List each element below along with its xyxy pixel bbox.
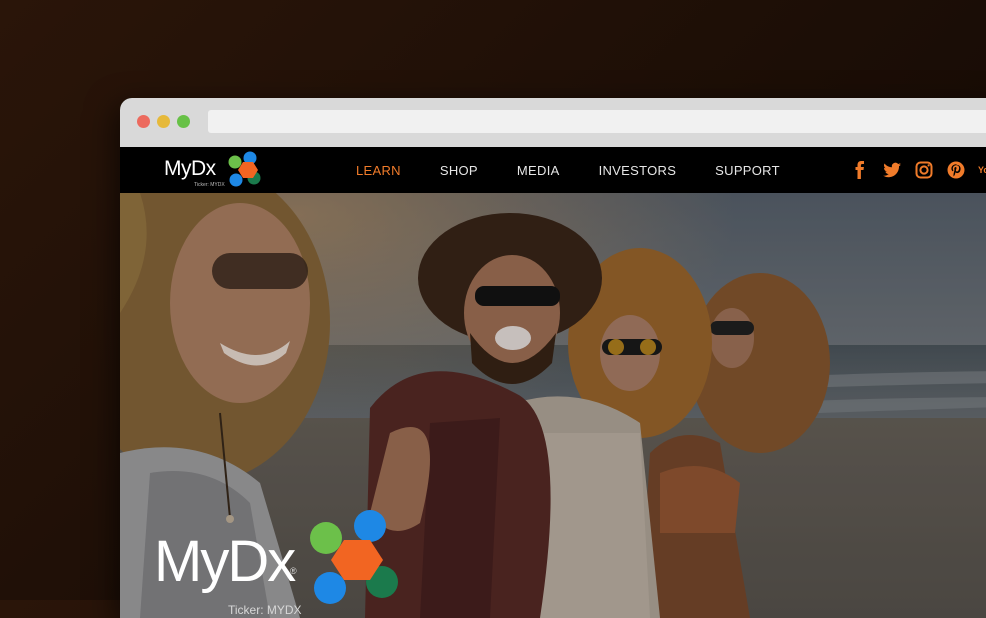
hero-logo-mark-icon [310,510,398,604]
youtube-icon[interactable]: You [978,166,986,175]
instagram-icon[interactable] [914,160,934,180]
pinterest-icon[interactable] [946,160,966,180]
logo-ticker: Ticker: MYDX [194,182,225,188]
nav-investors[interactable]: INVESTORS [599,163,677,178]
nav-shop[interactable]: SHOP [440,163,478,178]
twitter-icon[interactable] [882,160,902,180]
hero-logo: MyDx ® Ticker: MYDX [154,508,414,618]
main-nav: LEARN SHOP MEDIA INVESTORS SUPPORT [356,147,819,193]
maximize-window-button[interactable] [177,115,190,128]
hero-logo-text: MyDx [154,529,296,594]
nav-support[interactable]: SUPPORT [715,163,780,178]
browser-toolbar [120,98,986,147]
hero-registered-mark: ® [290,566,297,576]
hero-ticker: Ticker: MYDX [228,603,302,617]
site-logo[interactable]: MyDx Ticker: MYDX [164,151,274,189]
browser-window: MyDx Ticker: MYDX LEARN SHOP MEDIA INVES… [120,98,986,618]
minimize-window-button[interactable] [157,115,170,128]
logo-mark-icon [228,151,261,187]
nav-media[interactable]: MEDIA [517,163,560,178]
nav-learn[interactable]: LEARN [356,163,401,178]
address-bar[interactable] [208,110,986,133]
social-links: You [850,160,986,180]
hero-banner: MyDx ® Ticker: MYDX [120,193,986,618]
facebook-icon[interactable] [850,160,870,180]
site-navbar: MyDx Ticker: MYDX LEARN SHOP MEDIA INVES… [120,147,986,193]
close-window-button[interactable] [137,115,150,128]
logo-text: MyDx [164,157,216,180]
